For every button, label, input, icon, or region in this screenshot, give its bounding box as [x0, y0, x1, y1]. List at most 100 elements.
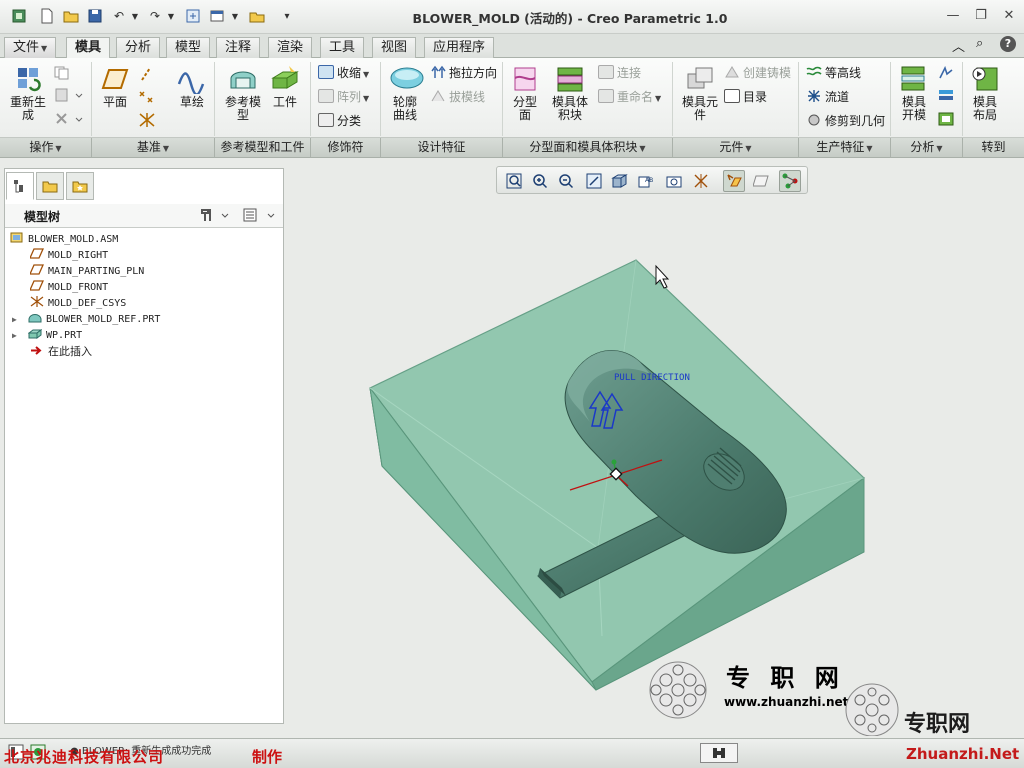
tree-item-insert-here[interactable]: 在此插入 [30, 344, 92, 360]
expand-icon[interactable]: ▶ [12, 312, 22, 328]
tab-tools[interactable]: 工具 [320, 37, 365, 58]
tab-applications[interactable]: 应用程序 [424, 37, 495, 58]
delete-icon[interactable] [54, 112, 84, 126]
view-manager-icon[interactable] [663, 170, 685, 192]
model-tree-title: 模型树 [24, 210, 61, 224]
mold-component-button[interactable]: 模具元 件 [678, 64, 722, 122]
tree-item-main-parting-pln[interactable]: MAIN_PARTING_PLN [28, 264, 144, 280]
plane-button[interactable]: 平面 [96, 64, 134, 109]
save-icon[interactable] [86, 7, 104, 25]
refit-icon[interactable] [503, 170, 525, 192]
zoom-out-icon[interactable] [555, 170, 577, 192]
tab-view[interactable]: 视图 [372, 37, 417, 58]
catalog-button[interactable]: 目录 [724, 88, 767, 106]
selection-filter-icon[interactable] [700, 743, 738, 763]
runner-button[interactable]: 流道 [806, 88, 849, 106]
shrink-button[interactable]: 收缩 ▼ [318, 64, 369, 82]
app-icon[interactable] [10, 7, 28, 25]
open-folder-icon[interactable] [62, 7, 80, 25]
draft-check-icon[interactable] [938, 65, 954, 83]
sketch-button[interactable]: 草绘 [174, 64, 210, 109]
projected-area-icon[interactable] [938, 112, 954, 129]
datum-plane-icon [28, 280, 45, 291]
rename-button[interactable]: 重命名 ▼ [598, 88, 661, 106]
close-window-folder-icon[interactable] [248, 7, 266, 25]
minimize-ribbon-icon[interactable]: ︿ [952, 36, 965, 55]
tree-item-wp[interactable]: ▶ WP.PRT [12, 328, 82, 344]
paste-icon[interactable] [54, 88, 84, 102]
workpiece-icon [27, 328, 43, 339]
model-tree-tab-icon[interactable] [6, 172, 34, 200]
datum-display-icon[interactable] [723, 170, 745, 192]
copy-icon[interactable] [54, 66, 70, 80]
waterline-button[interactable]: 等高线 [806, 64, 861, 82]
display-style-icon[interactable] [609, 170, 631, 192]
new-file-icon[interactable] [38, 7, 56, 25]
windows-dropdown-icon[interactable]: ▼ [226, 7, 244, 25]
mold-open-button[interactable]: 模具 开模 [896, 64, 932, 122]
folder-browser-tab-icon[interactable] [36, 172, 64, 200]
datum-point-icon[interactable] [138, 88, 158, 107]
redo-dropdown-icon[interactable]: ▼ [162, 7, 180, 25]
tab-file[interactable]: 文件 ▼ [4, 37, 57, 58]
group-operations[interactable]: 操作 ▼ [0, 138, 92, 158]
ribbon: 重新生 成 平面 草绘 参考模 型 工件 收缩 ▼ 阵列 ▼ 分类 轮廓 曲线 拖拉… [0, 58, 1024, 138]
drag-direction-button[interactable]: 拖拉方向 [430, 64, 497, 82]
tab-mold[interactable]: 模具 [66, 37, 111, 59]
tree-settings-icon[interactable] [200, 207, 230, 226]
graphics-window[interactable]: PULL DIRECTION 专 职 网 www.zhuanzhi.net 专职… [290, 196, 1020, 737]
tab-annotate[interactable]: 注释 [216, 37, 261, 58]
tree-show-icon[interactable] [242, 207, 276, 226]
annotation-display-icon[interactable] [751, 170, 773, 192]
windows-icon[interactable] [208, 7, 226, 25]
tab-model[interactable]: 模型 [166, 37, 211, 58]
thickness-check-icon[interactable] [938, 88, 954, 105]
group-analysis[interactable]: 分析 ▼ [891, 138, 963, 158]
csys-icon[interactable] [138, 112, 156, 131]
customize-toolbar-icon[interactable]: ▾ [278, 7, 296, 25]
draft-line-button[interactable]: 拔模线 [430, 88, 485, 106]
minimize-icon[interactable]: — [942, 6, 964, 24]
tab-render[interactable]: 渲染 [268, 37, 313, 58]
connect-button[interactable]: 连接 [598, 64, 641, 82]
group-production-features[interactable]: 生产特征 ▼ [799, 138, 891, 158]
zoom-in-icon[interactable] [529, 170, 551, 192]
datum-axis-icon[interactable] [138, 66, 154, 85]
saved-views-icon[interactable]: AB [635, 170, 657, 192]
tree-item-mold-right[interactable]: MOLD_RIGHT [28, 248, 108, 264]
trim-to-geometry-button[interactable]: 修剪到几何 [806, 112, 885, 130]
mold-layout-button[interactable]: 模具 布局 [966, 64, 1004, 122]
undo-dropdown-icon[interactable]: ▼ [126, 7, 144, 25]
workpiece-button[interactable]: 工件 [268, 64, 302, 109]
group-datum[interactable]: 基准 ▼ [92, 138, 215, 158]
spin-center-icon[interactable] [779, 170, 801, 192]
ribbon-separator [214, 62, 215, 136]
ribbon-separator [310, 62, 311, 136]
help-icon[interactable]: ? [1000, 36, 1016, 52]
tree-item-assembly[interactable]: BLOWER_MOLD.ASM [10, 232, 118, 248]
pattern-button[interactable]: 阵列 ▼ [318, 88, 369, 106]
close-icon[interactable]: ✕ [998, 6, 1020, 24]
search-icon[interactable]: ⌕ [976, 36, 983, 51]
silhouette-curve-button[interactable]: 轮廓 曲线 [386, 64, 424, 122]
regenerate-button[interactable]: 重新生 成 [6, 64, 50, 122]
mold-volume-icon [554, 64, 586, 94]
classify-button[interactable]: 分类 [318, 112, 361, 130]
favorites-tab-icon[interactable] [66, 172, 94, 200]
expand-icon[interactable]: ▶ [12, 328, 22, 344]
create-casting-button[interactable]: 创建铸模 [724, 64, 791, 82]
tree-item-blower-mold-ref[interactable]: ▶ BLOWER_MOLD_REF.PRT [12, 312, 160, 328]
repaint-icon[interactable] [583, 170, 605, 192]
group-parting-surface-volume[interactable]: 分型面和模具体积块 ▼ [503, 138, 673, 158]
group-goto: 转到 [981, 140, 1006, 154]
restore-icon[interactable]: ❐ [970, 6, 992, 24]
perspective-view-icon[interactable] [691, 170, 713, 192]
tree-item-mold-def-csys[interactable]: MOLD_DEF_CSYS [30, 296, 126, 312]
reference-model-button[interactable]: 参考模 型 [222, 64, 264, 122]
regenerate-icon[interactable] [184, 7, 202, 25]
mold-volume-button[interactable]: 模具体 积块 [548, 64, 592, 122]
parting-surface-button[interactable]: 分型 面 [506, 64, 544, 122]
tab-analysis[interactable]: 分析 [116, 37, 161, 58]
group-components[interactable]: 元件 ▼ [673, 138, 799, 158]
tree-item-mold-front[interactable]: MOLD_FRONT [28, 280, 108, 296]
